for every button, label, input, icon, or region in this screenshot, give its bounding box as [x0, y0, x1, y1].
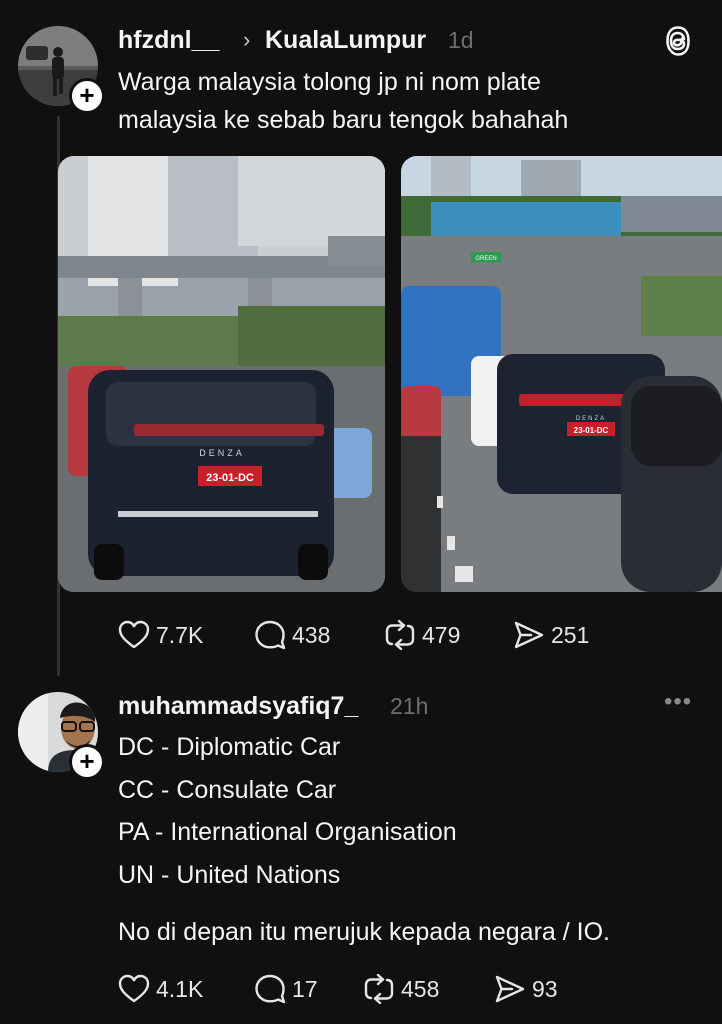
like-count: 7.7K	[156, 621, 204, 648]
topic-tag[interactable]: KualaLumpur	[265, 26, 426, 55]
repost-icon	[385, 620, 415, 650]
reply-count: 438	[292, 621, 331, 648]
share-button-2[interactable]: 93	[494, 974, 558, 1004]
topic-chevron-icon: ›	[243, 27, 251, 52]
reply-button-2[interactable]: 17	[254, 974, 318, 1004]
car-brand-text: DENZA	[199, 448, 245, 458]
heart-icon	[118, 620, 150, 649]
repost-count-2: 458	[401, 975, 440, 1002]
share-icon	[495, 975, 525, 1003]
repost-count: 479	[422, 621, 461, 648]
reply-text-line-1: DC - Diplomatic Car	[118, 733, 341, 761]
comment-icon	[255, 974, 286, 1004]
repost-button[interactable]: 479	[384, 620, 460, 650]
username-2[interactable]: muhammadsyafiq7_	[118, 692, 358, 721]
post-text-line-1: Warga malaysia tolong jp ni nom plate	[118, 68, 541, 96]
reply-text-line-2: CC - Consulate Car	[118, 776, 337, 804]
like-button[interactable]: 7.7K	[118, 620, 203, 650]
like-button-2[interactable]: 4.1K	[118, 974, 203, 1004]
share-count: 251	[551, 621, 590, 648]
share-count-2: 93	[532, 975, 558, 1002]
reply-button[interactable]: 438	[254, 620, 330, 650]
follow-plus-icon-2[interactable]: +	[69, 744, 105, 780]
post-image-2[interactable]: GREEN 23-01-DC DENZA	[401, 156, 722, 592]
bus-label-text: GREEN	[475, 256, 496, 262]
share-button[interactable]: 251	[513, 620, 589, 650]
comment-icon	[255, 620, 286, 650]
repost-button-2[interactable]: 458	[363, 974, 439, 1004]
post-text-line-2: malaysia ke sebab baru tengok bahahah	[118, 106, 569, 134]
username[interactable]: hfzdnl__	[118, 26, 219, 55]
post-image-1[interactable]: DENZA 23-01-DC	[58, 156, 385, 592]
threads-logo-icon[interactable]	[664, 26, 692, 61]
license-plate-text-2: 23-01-DC	[574, 426, 609, 435]
reply-count-2: 17	[292, 975, 318, 1002]
reply-text-line-3: PA - International Organisation	[118, 818, 457, 846]
more-horizontal-icon[interactable]: •••	[664, 688, 692, 716]
follow-plus-icon[interactable]: +	[69, 78, 105, 114]
post-time-2: 21h	[390, 693, 429, 719]
repost-icon	[364, 974, 394, 1004]
like-count-2: 4.1K	[156, 975, 204, 1002]
reply-text-line-4: UN - United Nations	[118, 861, 341, 889]
heart-icon	[118, 974, 150, 1003]
post-time: 1d	[448, 27, 474, 53]
license-plate-text: 23-01-DC	[206, 472, 254, 484]
reply-text-footer: No di depan itu merujuk kepada negara / …	[118, 918, 610, 946]
car-brand-text-2: DENZA	[576, 416, 606, 422]
share-icon	[514, 621, 544, 649]
